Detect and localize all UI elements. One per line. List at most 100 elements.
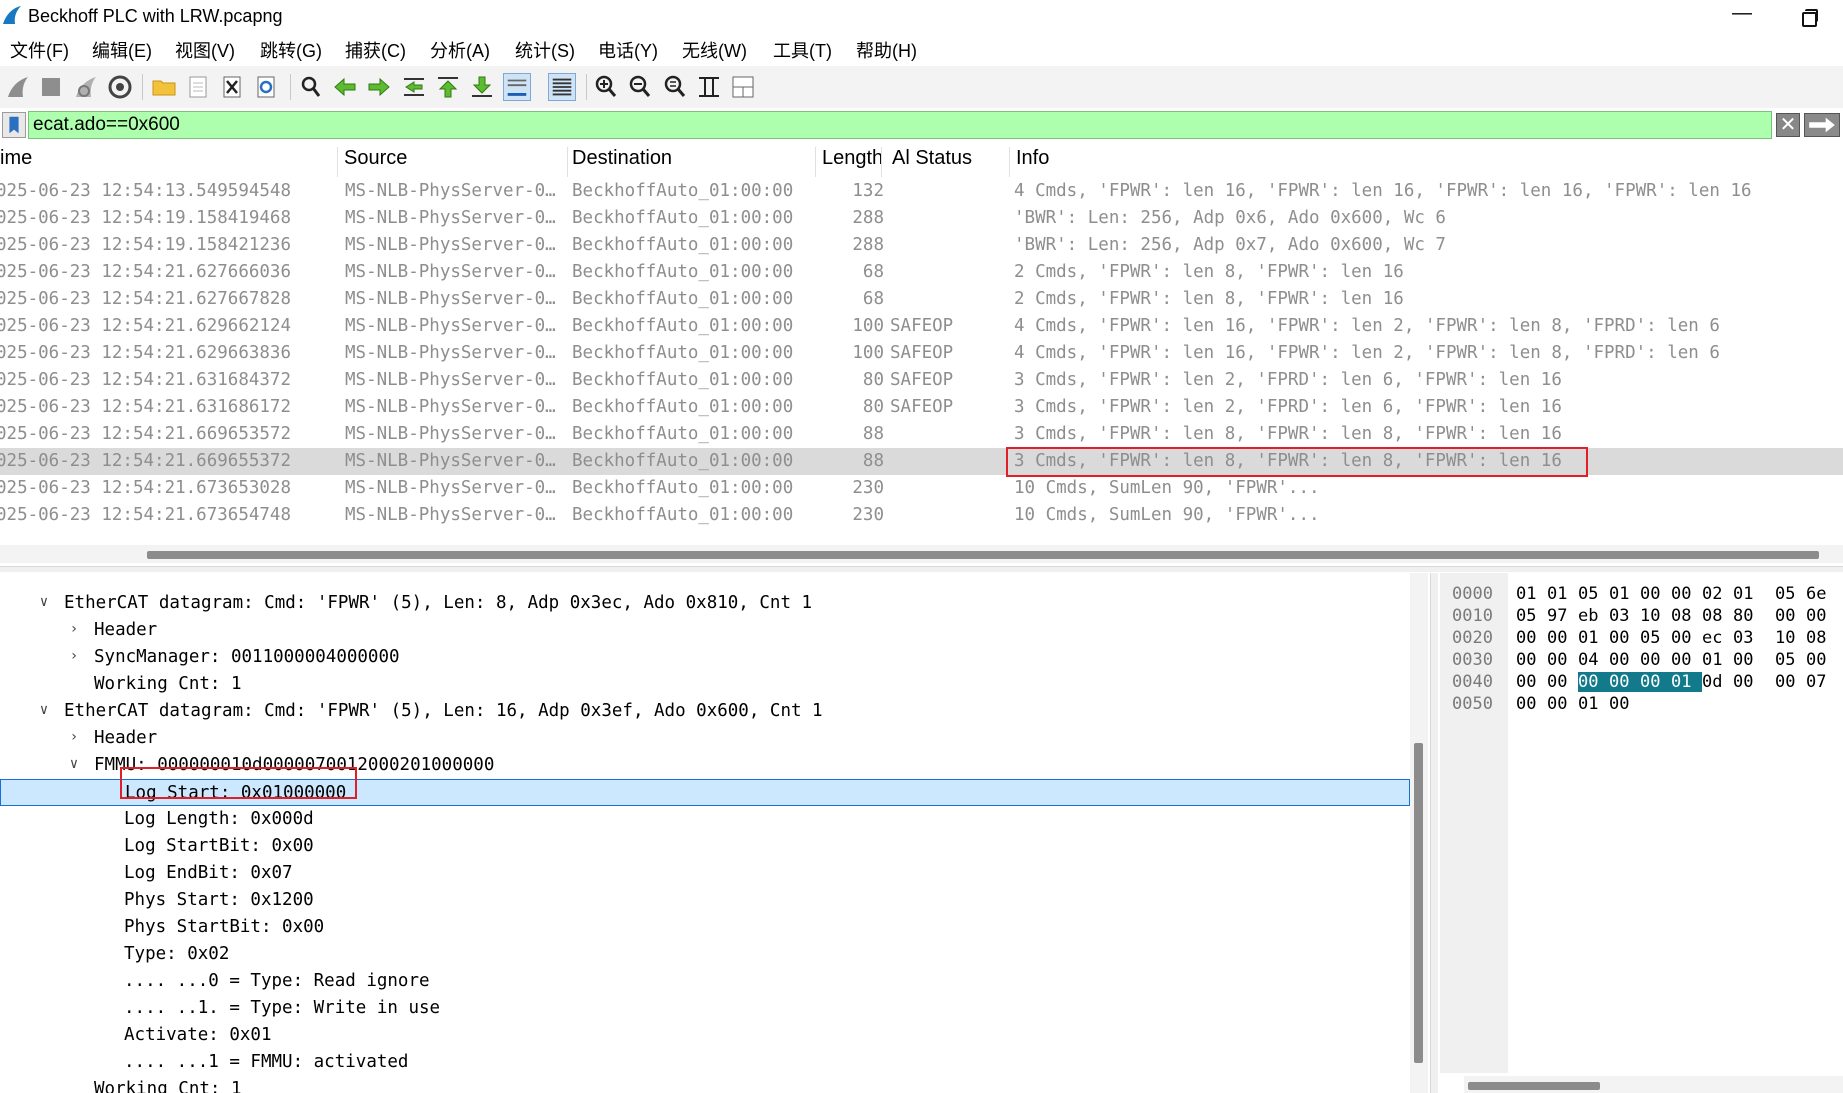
tree-item[interactable]: Working Cnt: 1 <box>0 1076 1410 1093</box>
tree-item[interactable]: › SyncManager: 0011000004000000 <box>0 644 1410 671</box>
find-packet-icon[interactable] <box>297 73 325 101</box>
hex-byte[interactable]: 10 <box>1640 606 1671 626</box>
hex-byte[interactable]: 05 <box>1578 584 1609 604</box>
hex-byte[interactable]: 00 <box>1671 584 1702 604</box>
collapse-chevron-icon[interactable]: › <box>66 648 82 664</box>
hex-byte[interactable]: 00 <box>1775 606 1806 626</box>
hex-byte[interactable]: 00 <box>1775 672 1806 692</box>
hex-byte[interactable]: 00 <box>1671 628 1702 648</box>
hex-byte[interactable]: 00 <box>1609 694 1640 714</box>
hex-byte[interactable]: 01 <box>1578 628 1609 648</box>
expand-chevron-icon[interactable]: ∨ <box>66 756 82 772</box>
packet-row[interactable]: 025-06-23 12:54:19.158421236 MS-NLB-PhysS… <box>0 232 1843 259</box>
hex-byte[interactable]: 01 <box>1671 672 1702 692</box>
hex-byte[interactable]: 00 <box>1733 672 1764 692</box>
bytes-scroll-thumb[interactable] <box>1468 1082 1600 1090</box>
menu-telephony[interactable]: 电话(Y) <box>598 37 658 63</box>
auto-scroll-icon[interactable] <box>503 73 531 101</box>
hex-byte[interactable]: 08 <box>1671 606 1702 626</box>
packet-row[interactable]: 025-06-23 12:54:21.627666036 MS-NLB-PhysS… <box>0 259 1843 286</box>
menu-analyze[interactable]: 分析(A) <box>430 37 490 63</box>
zoom-in-icon[interactable] <box>592 73 620 101</box>
hex-byte[interactable]: 08 <box>1806 628 1837 648</box>
packet-row[interactable]: 025-06-23 12:54:21.631684372 MS-NLB-PhysS… <box>0 367 1843 394</box>
hex-byte[interactable]: 01 <box>1609 584 1640 604</box>
stop-capture-icon[interactable] <box>37 73 65 101</box>
menu-capture[interactable]: 捕获(C) <box>345 37 406 63</box>
hex-byte[interactable]: 10 <box>1775 628 1806 648</box>
hex-byte[interactable]: 00 <box>1806 650 1837 670</box>
restore-button[interactable] <box>1790 4 1826 28</box>
packet-row[interactable]: 025-06-23 12:54:21.669653572 MS-NLB-PhysS… <box>0 421 1843 448</box>
go-forward-icon[interactable] <box>365 73 393 101</box>
expand-chevron-icon[interactable]: ∨ <box>36 594 52 610</box>
hex-byte[interactable]: 00 <box>1516 628 1547 648</box>
first-packet-icon[interactable] <box>434 73 462 101</box>
column-header-al-status[interactable]: Al Status <box>888 147 1010 177</box>
tree-item[interactable]: Phys Start: 0x1200 <box>0 887 1410 914</box>
menu-file[interactable]: 文件(F) <box>10 37 69 63</box>
hex-byte[interactable]: 05 <box>1775 650 1806 670</box>
column-header-length[interactable]: Length <box>818 147 882 177</box>
menu-go[interactable]: 跳转(G) <box>260 37 322 63</box>
clear-filter-button[interactable]: ✕ <box>1776 113 1800 137</box>
layout-icon[interactable] <box>729 73 757 101</box>
bytes-pane-splitter[interactable] <box>1430 573 1438 1093</box>
hex-byte[interactable]: 00 <box>1547 650 1578 670</box>
colorize-icon[interactable] <box>548 73 576 101</box>
tree-item[interactable]: › Header <box>0 725 1410 752</box>
hex-byte[interactable]: 07 <box>1806 672 1837 692</box>
collapse-chevron-icon[interactable]: › <box>66 729 82 745</box>
hex-byte[interactable]: 00 <box>1640 650 1671 670</box>
display-filter-input[interactable]: ecat.ado==0x600 <box>28 111 1772 139</box>
packet-row[interactable]: 025-06-23 12:54:13.549594548 MS-NLB-PhysS… <box>0 178 1843 205</box>
restart-capture-icon[interactable] <box>72 73 100 101</box>
hex-byte[interactable]: 00 <box>1609 650 1640 670</box>
tree-item[interactable]: .... ...0 = Type: Read ignore <box>0 968 1410 995</box>
column-header-destination[interactable]: Destination <box>568 147 816 177</box>
hex-byte[interactable]: 00 <box>1609 672 1640 692</box>
shark-fin-start-icon[interactable] <box>4 73 32 101</box>
hex-byte[interactable]: 01 <box>1733 584 1764 604</box>
hex-byte[interactable]: 80 <box>1733 606 1764 626</box>
hex-byte[interactable]: 01 <box>1578 694 1609 714</box>
menu-edit[interactable]: 编辑(E) <box>92 37 152 63</box>
collapse-chevron-icon[interactable]: › <box>66 621 82 637</box>
hex-byte[interactable]: 01 <box>1516 584 1547 604</box>
hex-byte[interactable]: 00 <box>1609 628 1640 648</box>
packet-row[interactable]: 025-06-23 12:54:19.158419468 MS-NLB-PhysS… <box>0 205 1843 232</box>
column-header-source[interactable]: Source <box>340 147 568 177</box>
menu-view[interactable]: 视图(V) <box>175 37 235 63</box>
hex-byte[interactable]: 00 <box>1516 650 1547 670</box>
hex-byte[interactable]: 6e <box>1806 584 1837 604</box>
packet-row[interactable]: 025-06-23 12:54:21.629662124 MS-NLB-PhysS… <box>0 313 1843 340</box>
hex-byte[interactable]: 01 <box>1547 584 1578 604</box>
hex-byte[interactable]: 00 <box>1733 650 1764 670</box>
hex-byte[interactable]: 04 <box>1578 650 1609 670</box>
menu-statistics[interactable]: 统计(S) <box>515 37 575 63</box>
tree-item[interactable]: Phys StartBit: 0x00 <box>0 914 1410 941</box>
capture-options-icon[interactable] <box>106 73 134 101</box>
hex-byte[interactable]: 03 <box>1609 606 1640 626</box>
column-header-time[interactable]: ime <box>0 147 338 177</box>
go-back-icon[interactable] <box>331 73 359 101</box>
hex-byte[interactable]: ec <box>1702 628 1733 648</box>
go-to-packet-icon[interactable] <box>400 73 428 101</box>
packet-list-scroll-thumb[interactable] <box>147 551 1819 559</box>
hex-byte[interactable]: 02 <box>1702 584 1733 604</box>
tree-item[interactable]: .... ..1. = Type: Write in use <box>0 995 1410 1022</box>
packet-row[interactable]: 025-06-23 12:54:21.629663836 MS-NLB-PhysS… <box>0 340 1843 367</box>
tree-item[interactable]: › Header <box>0 617 1410 644</box>
hex-byte[interactable]: 00 <box>1516 694 1547 714</box>
hex-byte[interactable]: 01 <box>1702 650 1733 670</box>
packet-row[interactable]: 025-06-23 12:54:21.631686172 MS-NLB-PhysS… <box>0 394 1843 421</box>
resize-columns-icon[interactable] <box>695 73 723 101</box>
hex-byte[interactable]: 00 <box>1516 672 1547 692</box>
tree-item[interactable]: Log StartBit: 0x00 <box>0 833 1410 860</box>
tree-item[interactable]: Log EndBit: 0x07 <box>0 860 1410 887</box>
hex-byte[interactable]: 00 <box>1578 672 1609 692</box>
hex-byte[interactable]: 08 <box>1702 606 1733 626</box>
tree-item[interactable]: Working Cnt: 1 <box>0 671 1410 698</box>
tree-item[interactable]: Activate: 0x01 <box>0 1022 1410 1049</box>
hex-byte[interactable]: 00 <box>1806 606 1837 626</box>
